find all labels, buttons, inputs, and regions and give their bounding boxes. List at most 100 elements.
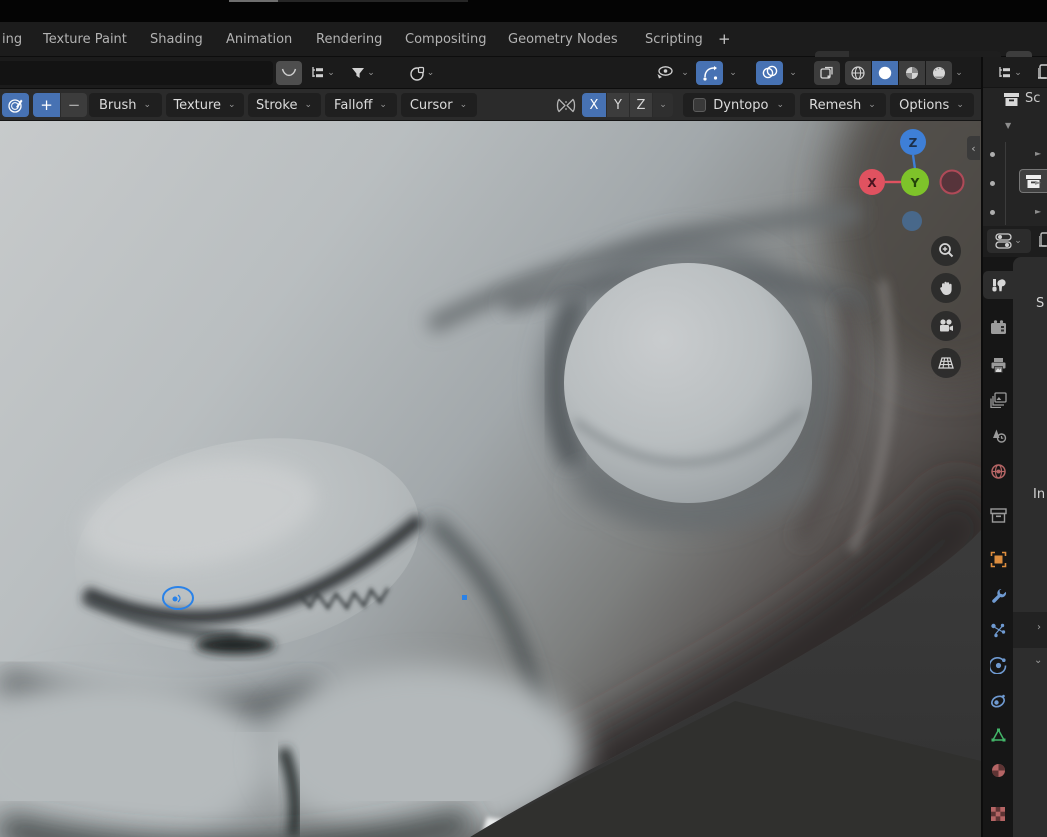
chevron-down-icon[interactable]: ⌄	[725, 61, 741, 85]
chevron-down-icon[interactable]: ⌄	[952, 61, 966, 85]
panel-expand-arrow[interactable]: ›	[1037, 622, 1041, 633]
pan-button[interactable]	[931, 273, 961, 303]
perspective-toggle-button[interactable]	[931, 348, 961, 378]
header-search-field[interactable]	[0, 61, 273, 85]
brush-add-button[interactable]: +	[33, 93, 60, 117]
outliner-object-row[interactable]: ►	[983, 171, 1047, 197]
sidebar-collapse-arrow[interactable]: ‹	[967, 136, 980, 160]
stroke-dropdown-label: Stroke	[256, 98, 297, 113]
expand-triangle-icon[interactable]: ▼	[1005, 121, 1011, 130]
mirror-more-dropdown[interactable]: ⌄	[653, 93, 673, 117]
tab-shading[interactable]: Shading	[150, 22, 203, 57]
shading-solid-button[interactable]	[872, 61, 898, 85]
mirror-x-toggle[interactable]: X	[582, 93, 606, 117]
xray-toggle[interactable]	[814, 61, 840, 85]
outliner-display-mode[interactable]: ⌄	[990, 61, 1030, 85]
gizmo-axis-neg-z[interactable]	[902, 211, 922, 231]
stroke-dropdown[interactable]: Stroke ⌄	[248, 93, 321, 117]
show-gizmo-toggle[interactable]	[696, 61, 723, 85]
tab-sculpting-partial[interactable]: ing	[2, 22, 22, 57]
outliner-filter-icon-partial[interactable]	[1038, 63, 1047, 81]
tab-animation[interactable]: Animation	[226, 22, 292, 57]
collapsed-triangle-icon[interactable]: ►	[1035, 178, 1041, 187]
texture-dropdown[interactable]: Texture ⌄	[166, 93, 244, 117]
mesh-data-icon	[990, 727, 1007, 743]
outliner-row-collection[interactable]: ▼	[983, 112, 1047, 140]
shading-rendered-button[interactable]	[926, 61, 952, 85]
chevron-down-icon: ⌄	[426, 69, 436, 78]
props-tab-material[interactable]	[983, 756, 1013, 784]
collapsed-triangle-icon[interactable]: ►	[1035, 149, 1041, 158]
show-overlays-toggle[interactable]	[756, 61, 783, 85]
outliner-object-row[interactable]: ►	[983, 200, 1047, 226]
props-tab-output[interactable]	[983, 351, 1013, 379]
falloff-sphere-button[interactable]: ⌄	[402, 61, 442, 85]
chevron-down-icon[interactable]: ⌄	[785, 61, 801, 85]
active-tool-button[interactable]	[2, 93, 29, 117]
tab-geometry-nodes[interactable]: Geometry Nodes	[508, 22, 618, 57]
props-tab-collection[interactable]	[983, 501, 1013, 529]
props-tab-object[interactable]	[983, 545, 1013, 573]
filter-button[interactable]: ⌄	[344, 61, 382, 85]
chevron-down-icon: ⌄	[1013, 69, 1023, 78]
mirror-y-toggle[interactable]: Y	[607, 93, 629, 117]
dyntopo-dropdown[interactable]: Dyntopo ⌄	[683, 93, 795, 117]
tab-compositing[interactable]: Compositing	[405, 22, 487, 57]
falloff-dropdown[interactable]: Falloff ⌄	[325, 93, 397, 117]
props-tab-physics[interactable]	[983, 651, 1013, 679]
properties-editor: ⌄ S In › ⌄	[983, 226, 1047, 837]
panel-gap	[1013, 612, 1047, 648]
hand-icon	[937, 279, 955, 297]
remesh-dropdown[interactable]: Remesh ⌄	[800, 93, 886, 117]
3d-viewport[interactable]	[0, 121, 981, 837]
props-tab-object-data[interactable]	[983, 721, 1013, 749]
editor-divider[interactable]	[981, 57, 983, 837]
brush-dropdown[interactable]: Brush ⌄	[89, 93, 162, 117]
props-tab-world[interactable]	[983, 457, 1013, 485]
curve-widget-button[interactable]	[276, 61, 302, 85]
add-workspace-button[interactable]: +	[718, 22, 731, 57]
props-tab-render[interactable]	[983, 314, 1013, 342]
tab-rendering[interactable]: Rendering	[316, 22, 382, 57]
panel-collapse-arrow[interactable]: ⌄	[1034, 655, 1042, 666]
collapsed-triangle-icon[interactable]: ►	[1035, 207, 1041, 216]
properties-filter-icon-partial[interactable]	[1039, 231, 1047, 249]
props-tab-tool[interactable]	[983, 271, 1013, 299]
outliner-object-row[interactable]: ►	[983, 142, 1047, 168]
props-tab-texture[interactable]	[983, 800, 1013, 828]
props-tab-view-layer[interactable]	[983, 386, 1013, 414]
zoom-button[interactable]	[931, 236, 961, 266]
props-tab-constraints[interactable]	[983, 686, 1013, 714]
shading-material-button[interactable]	[899, 61, 925, 85]
outliner-row-scene-collection[interactable]: Sc	[983, 88, 1047, 112]
gizmo-axis-neg-x[interactable]	[941, 171, 964, 194]
display-mode-button[interactable]: ⌄	[304, 61, 342, 85]
navigation-gizmo[interactable]: Z X Y	[853, 124, 973, 236]
funnel-icon	[350, 65, 366, 81]
tab-texture-paint[interactable]: Texture Paint	[43, 22, 127, 57]
options-dropdown[interactable]: Options ⌄	[890, 93, 974, 117]
mirror-z-toggle[interactable]: Z	[630, 93, 652, 117]
chevron-down-icon: ⌄	[378, 101, 388, 110]
dyntopo-checkbox[interactable]	[693, 98, 706, 112]
camera-view-button[interactable]	[931, 311, 961, 341]
object-dot-icon	[990, 181, 995, 186]
chevron-down-icon[interactable]: ⌄	[678, 61, 692, 85]
brush-subtract-button[interactable]: −	[61, 93, 87, 117]
gizmo-z-label: Z	[909, 136, 918, 150]
top-strip-highlight	[229, 0, 278, 2]
chevron-down-icon: ⌄	[1013, 237, 1023, 246]
magnifier-plus-icon	[937, 242, 955, 260]
shading-wireframe-button[interactable]	[845, 61, 871, 85]
props-tab-scene[interactable]	[983, 421, 1013, 449]
tool-icon	[990, 277, 1007, 294]
chevron-down-icon: ⌄	[366, 69, 376, 78]
editor-type-selector[interactable]: ⌄	[987, 229, 1031, 253]
props-tab-particles[interactable]	[983, 616, 1013, 644]
image-stack-icon	[990, 392, 1007, 408]
cursor-dropdown[interactable]: Cursor ⌄	[401, 93, 477, 117]
props-tab-modifiers[interactable]	[983, 581, 1013, 609]
tab-scripting[interactable]: Scripting	[645, 22, 703, 57]
texture-dropdown-label: Texture	[173, 98, 221, 113]
visibility-dropdown[interactable]	[650, 61, 678, 85]
